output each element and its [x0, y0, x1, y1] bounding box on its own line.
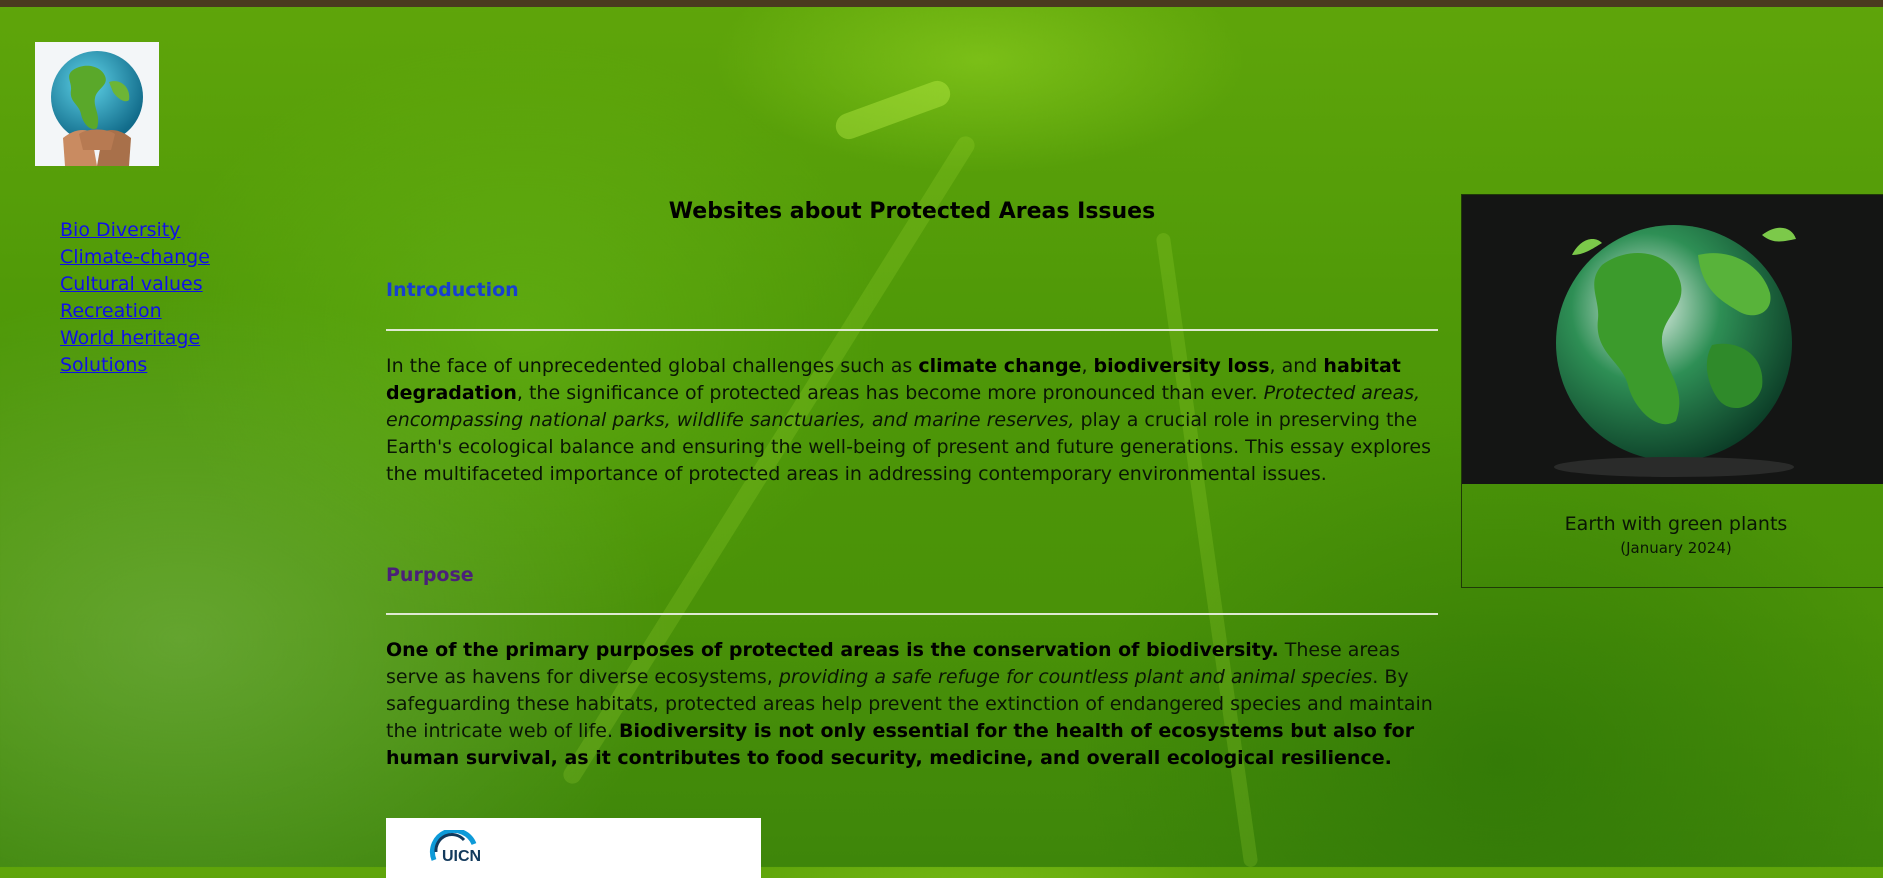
figure-caption: Earth with green plants — [1564, 513, 1788, 535]
grass-blade-decoration — [832, 77, 954, 143]
nav-link-bio-diversity[interactable]: Bio Diversity — [60, 217, 210, 244]
uicn-logo-text: UICN — [442, 848, 482, 865]
site-logo[interactable] — [35, 42, 159, 166]
uicn-logo-banner[interactable]: UICN — [386, 818, 761, 878]
green-earth-icon — [1554, 225, 1796, 477]
hands-holding-globe-icon — [51, 51, 143, 166]
page-title: Websites about Protected Areas Issues — [668, 199, 1156, 224]
nav-link-cultural-values[interactable]: Cultural values — [60, 271, 210, 298]
nav-link-world-heritage[interactable]: World heritage — [60, 325, 210, 352]
earth-figure: Earth with green plants (January 2024) — [1461, 194, 1883, 588]
figure-date: (January 2024) — [1620, 539, 1732, 557]
introduction-heading: Introduction — [386, 279, 519, 301]
section-divider — [386, 613, 1438, 615]
top-bar — [0, 0, 1883, 7]
nav-link-solutions[interactable]: Solutions — [60, 352, 210, 379]
nav-link-recreation[interactable]: Recreation — [60, 298, 210, 325]
introduction-paragraph: In the face of unprecedented global chal… — [386, 355, 1431, 485]
sidebar-nav: Bio Diversity Climate-change Cultural va… — [60, 217, 210, 379]
earth-image — [1462, 195, 1883, 484]
purpose-paragraph: One of the primary purposes of protected… — [386, 639, 1433, 769]
nav-link-climate-change[interactable]: Climate-change — [60, 244, 210, 271]
main-content: Websites about Protected Areas Issues In… — [386, 195, 1438, 769]
section-divider — [386, 329, 1438, 331]
grass-blade-decoration — [1155, 232, 1259, 868]
purpose-heading: Purpose — [386, 564, 474, 586]
